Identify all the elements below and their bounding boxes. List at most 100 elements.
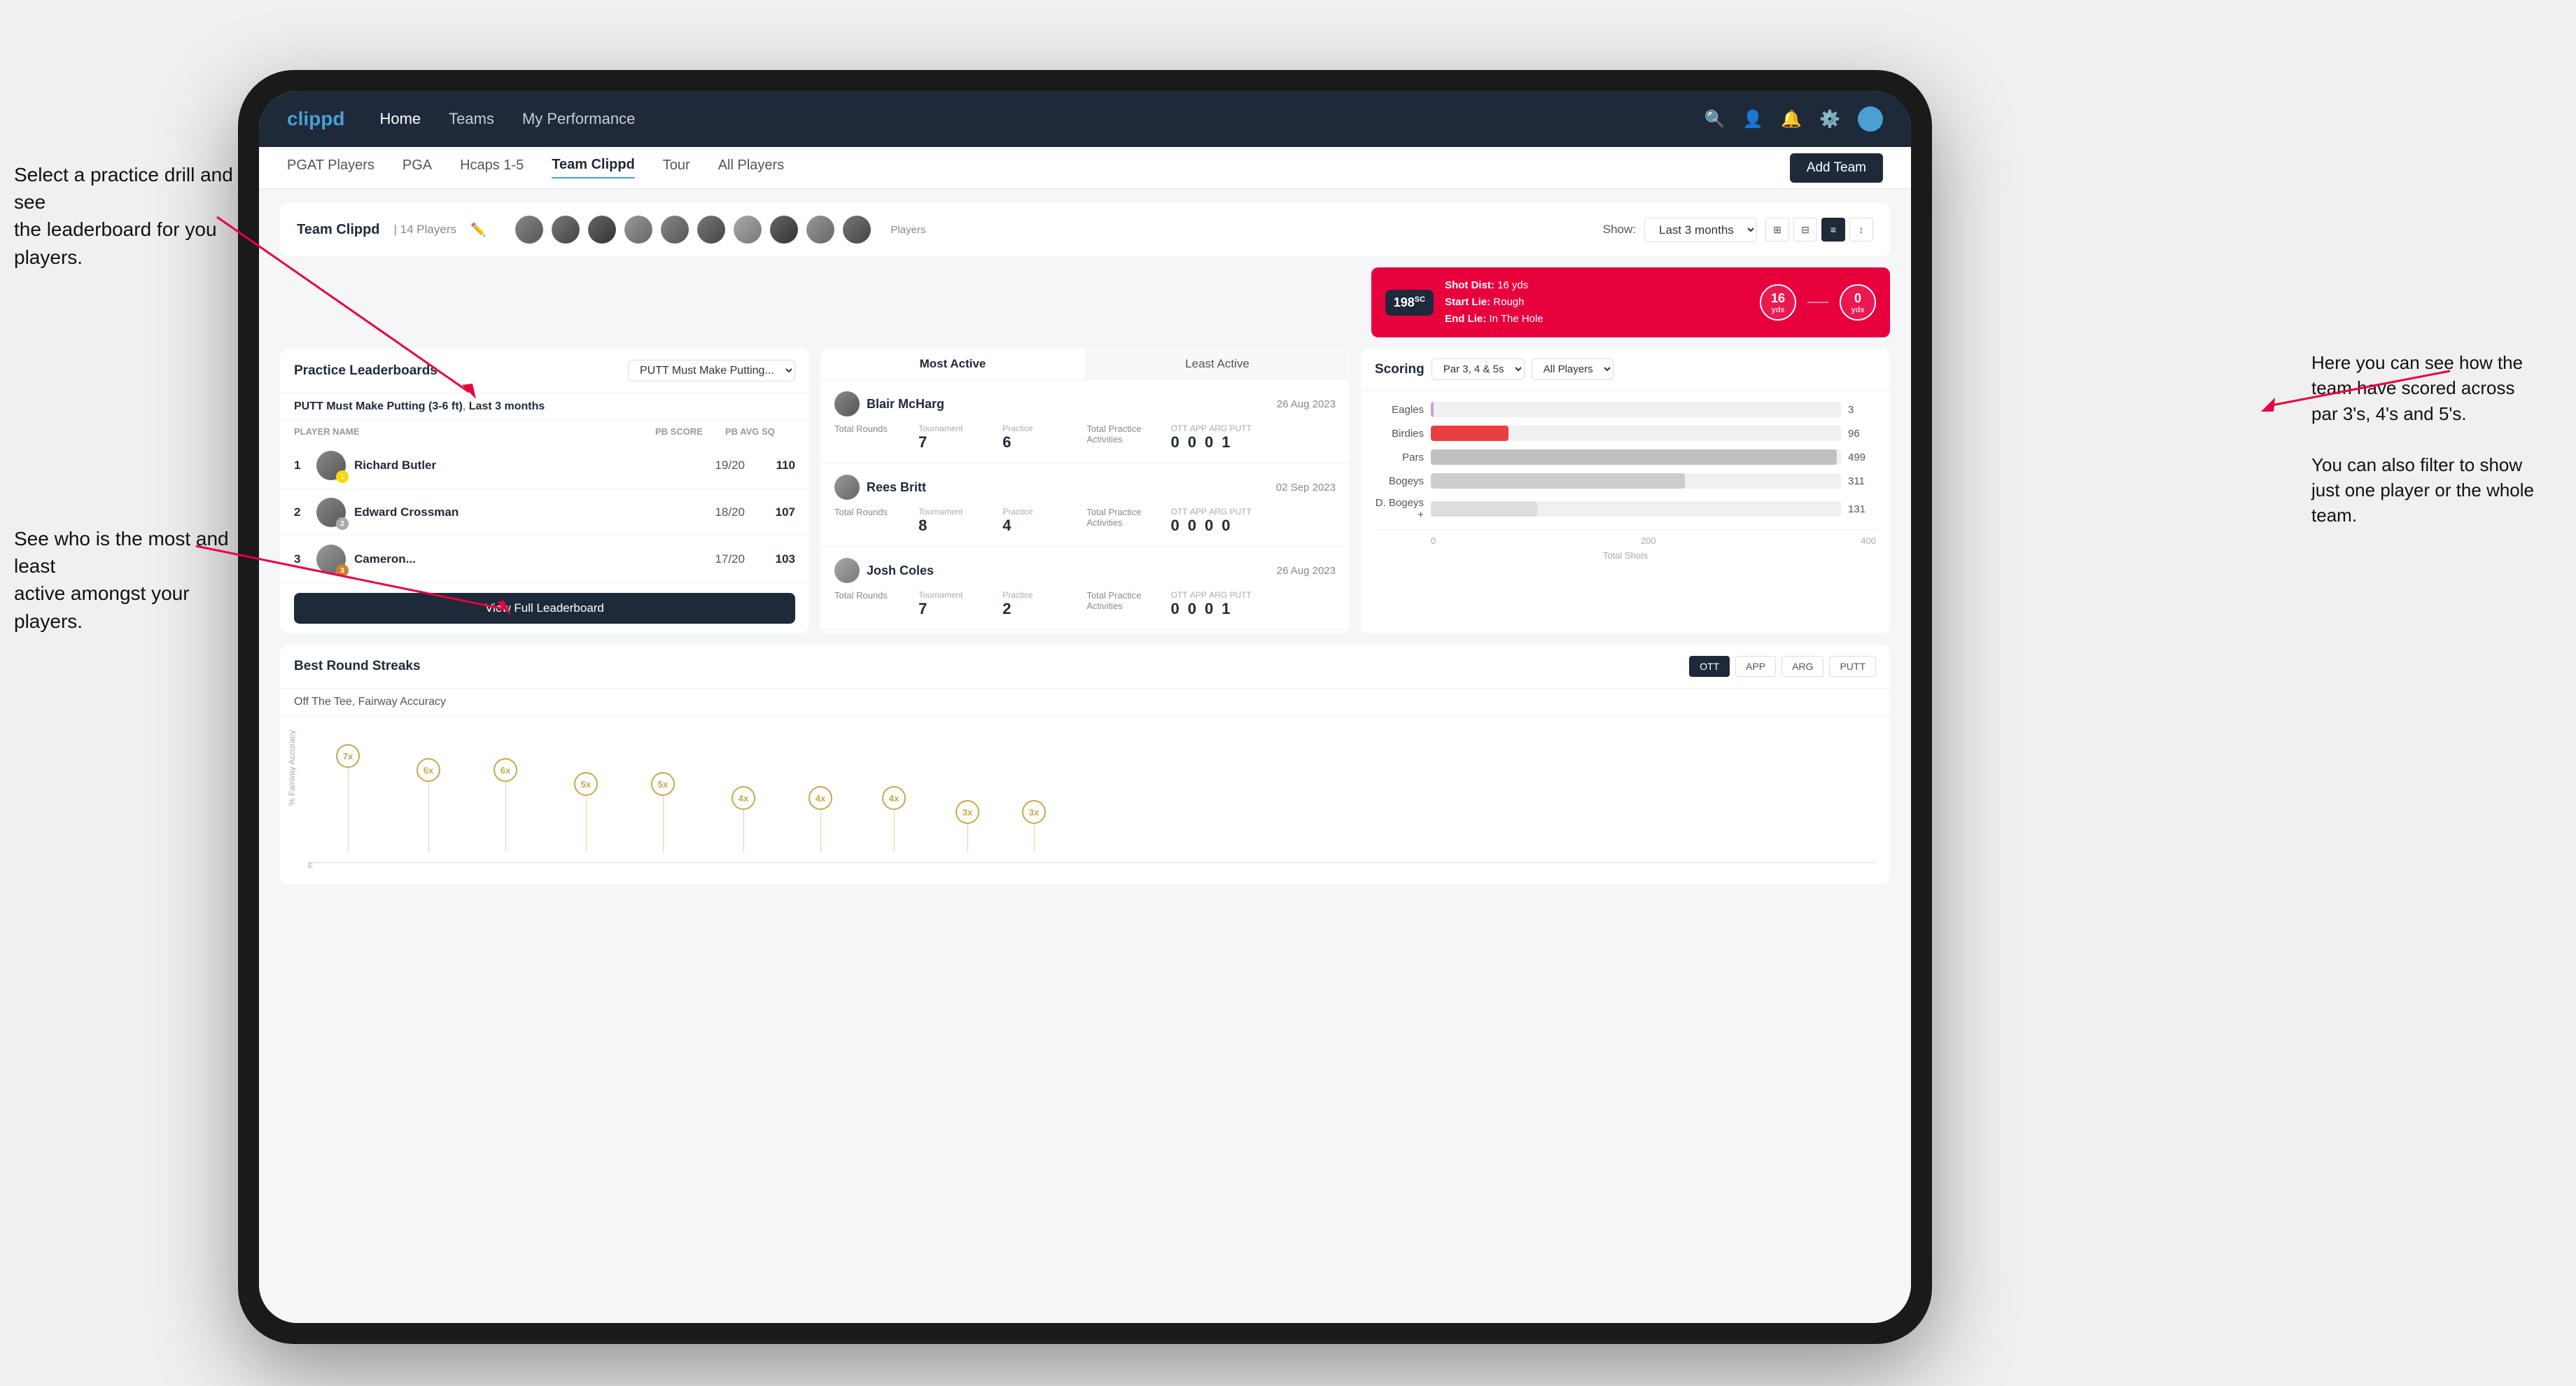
act-stat-total-rounds-label: Total Rounds	[834, 424, 913, 451]
view-sort-button[interactable]: ↕	[1849, 218, 1873, 241]
sub-nav-all-players[interactable]: All Players	[718, 158, 784, 178]
total-shots-axis: 0 200 400	[1375, 529, 1876, 546]
player-activity-rees: Rees Britt 02 Sep 2023 Total Rounds Tour…	[820, 463, 1350, 547]
sub-nav: PGAT Players PGA Hcaps 1-5 Team Clippd T…	[259, 147, 1911, 189]
act-stat-total-rounds-label-josh: Total Rounds	[834, 590, 913, 618]
player-act-name-rees: Rees Britt	[867, 480, 926, 495]
players-filter-select[interactable]: All Players	[1532, 358, 1614, 380]
lb-score-1: 19/20	[689, 458, 745, 472]
bar-fill-birdies	[1431, 426, 1508, 441]
shot-details: Shot Dist: 16 yds Start Lie: Rough End L…	[1445, 277, 1544, 328]
lb-card-header: Practice Leaderboards PUTT Must Make Put…	[280, 349, 809, 393]
drill-select[interactable]: PUTT Must Make Putting...	[628, 360, 795, 382]
player-act-header-blair: Blair McHarg 26 Aug 2023	[834, 391, 1336, 416]
avatar[interactable]	[1858, 106, 1883, 132]
view-grid-2-button[interactable]: ⊞	[1765, 218, 1789, 241]
streak-dot-1: 7x	[336, 744, 360, 768]
bar-row-birdies: Birdies 96	[1375, 426, 1876, 441]
streak-line-5	[663, 796, 664, 852]
filter-arg-button[interactable]: ARG	[1782, 656, 1823, 677]
act-stats-blair: Total Rounds Tournament 7 Practice 6	[834, 424, 1336, 451]
nav-bar: clippd Home Teams My Performance 🔍 👤 🔔 ⚙…	[259, 91, 1911, 147]
player-act-avatar-rees	[834, 475, 860, 500]
player-act-date-rees: 02 Sep 2023	[1276, 482, 1336, 493]
edit-icon[interactable]: ✏️	[470, 223, 486, 237]
act-stat-practice-josh: Practice 2	[1002, 590, 1081, 618]
view-icons: ⊞ ⊟ ≡ ↕	[1765, 218, 1873, 241]
sub-nav-hcaps[interactable]: Hcaps 1-5	[460, 158, 524, 178]
lb-avg-2: 107	[753, 505, 795, 519]
ipad-screen: clippd Home Teams My Performance 🔍 👤 🔔 ⚙…	[259, 91, 1911, 1323]
view-grid-3-button[interactable]: ⊟	[1793, 218, 1817, 241]
nav-link-my-performance[interactable]: My Performance	[522, 110, 635, 128]
streak-dot-9: 3x	[955, 800, 979, 824]
sub-nav-tour[interactable]: Tour	[663, 158, 690, 178]
player-avatar-8	[769, 214, 799, 245]
filter-putt-button[interactable]: PUTT	[1829, 656, 1876, 677]
shot-yds-right: 0 yds	[1840, 284, 1876, 321]
lb-score-2: 18/20	[689, 505, 745, 519]
settings-icon[interactable]: ⚙️	[1819, 109, 1840, 130]
main-content: Team Clippd | 14 Players ✏️ Players	[259, 189, 1911, 1323]
act-stat-tournament-rees: Tournament 8	[918, 507, 997, 535]
player-avatar-5	[659, 214, 690, 245]
player-avatar-3	[587, 214, 617, 245]
nav-links: Home Teams My Performance	[379, 110, 635, 128]
scoring-title: Scoring	[1375, 362, 1424, 377]
baseline	[308, 862, 1876, 863]
sub-nav-team-clippd[interactable]: Team Clippd	[552, 157, 635, 178]
view-full-leaderboard-button[interactable]: View Full Leaderboard	[294, 593, 795, 624]
lb-row-1: 1 1 Richard Butler 19/20 110	[280, 442, 809, 489]
activity-card: Most Active Least Active Blair McHarg 26…	[820, 349, 1350, 634]
search-icon[interactable]: 🔍	[1704, 109, 1725, 130]
sub-nav-pga[interactable]: PGA	[402, 158, 432, 178]
player-act-avatar-blair	[834, 391, 860, 416]
player-avatar-7	[732, 214, 763, 245]
view-list-button[interactable]: ≡	[1821, 218, 1845, 241]
streak-line-2	[428, 782, 429, 852]
streak-line-7	[820, 810, 821, 852]
streaks-subtitle: Off The Tee, Fairway Accuracy	[280, 689, 1890, 716]
streak-dot-10: 3x	[1022, 800, 1046, 824]
nav-link-teams[interactable]: Teams	[449, 110, 494, 128]
streak-line-10	[1034, 824, 1035, 852]
par-filter-select[interactable]: Par 3, 4 & 5s Par 3s Par 4s Par 5s	[1432, 358, 1525, 380]
lb-medal-bronze: 3	[336, 564, 349, 577]
scoring-header: Scoring Par 3, 4 & 5s Par 3s Par 4s Par …	[1361, 349, 1890, 391]
most-active-tab[interactable]: Most Active	[820, 349, 1085, 379]
player-act-name-blair: Blair McHarg	[867, 397, 944, 412]
lb-avatar-3: 3	[316, 545, 346, 574]
streaks-filters: OTT APP ARG PUTT	[1689, 656, 1876, 677]
nav-link-home[interactable]: Home	[379, 110, 421, 128]
scoring-body: Eagles 3 Birdies 96	[1361, 391, 1890, 572]
lb-medal-gold: 1	[336, 470, 349, 483]
axis-tick-low: E	[308, 862, 313, 870]
filter-ott-button[interactable]: OTT	[1689, 656, 1730, 677]
team-header: Team Clippd | 14 Players ✏️ Players	[280, 203, 1890, 256]
add-team-button[interactable]: Add Team	[1790, 153, 1883, 183]
show-select[interactable]: Last 3 months Last 6 months This year	[1644, 218, 1757, 242]
annotation-right: Here you can see how theteam have scored…	[2311, 350, 2534, 528]
bar-track-dbogeys	[1431, 501, 1841, 517]
bar-track-pars	[1431, 449, 1841, 465]
streak-line-9	[967, 824, 968, 852]
player-activity-blair: Blair McHarg 26 Aug 2023 Total Rounds To…	[820, 380, 1350, 463]
users-icon[interactable]: 👤	[1742, 109, 1763, 130]
lb-avatar-2: 2	[316, 498, 346, 527]
show-label: Show:	[1603, 223, 1636, 237]
scoring-card: Scoring Par 3, 4 & 5s Par 3s Par 4s Par …	[1361, 349, 1890, 634]
lb-avg-1: 110	[753, 458, 795, 472]
bell-icon[interactable]: 🔔	[1781, 109, 1802, 130]
streak-dot-7: 4x	[808, 786, 832, 810]
act-stat-practice-blair: Practice 6	[1002, 424, 1081, 451]
act-stat-total-rounds-label-rees: Total Rounds	[834, 507, 913, 535]
least-active-tab[interactable]: Least Active	[1085, 349, 1350, 379]
lb-subtitle: PUTT Must Make Putting (3-6 ft), Last 3 …	[280, 393, 809, 421]
filter-app-button[interactable]: APP	[1735, 656, 1776, 677]
act-stat-practice-rees: Practice 4	[1002, 507, 1081, 535]
streak-line-4	[586, 796, 587, 852]
shot-connector	[1807, 302, 1828, 303]
lb-avg-3: 103	[753, 552, 795, 566]
lb-medal-silver: 2	[336, 517, 349, 530]
sub-nav-pgat[interactable]: PGAT Players	[287, 158, 374, 178]
